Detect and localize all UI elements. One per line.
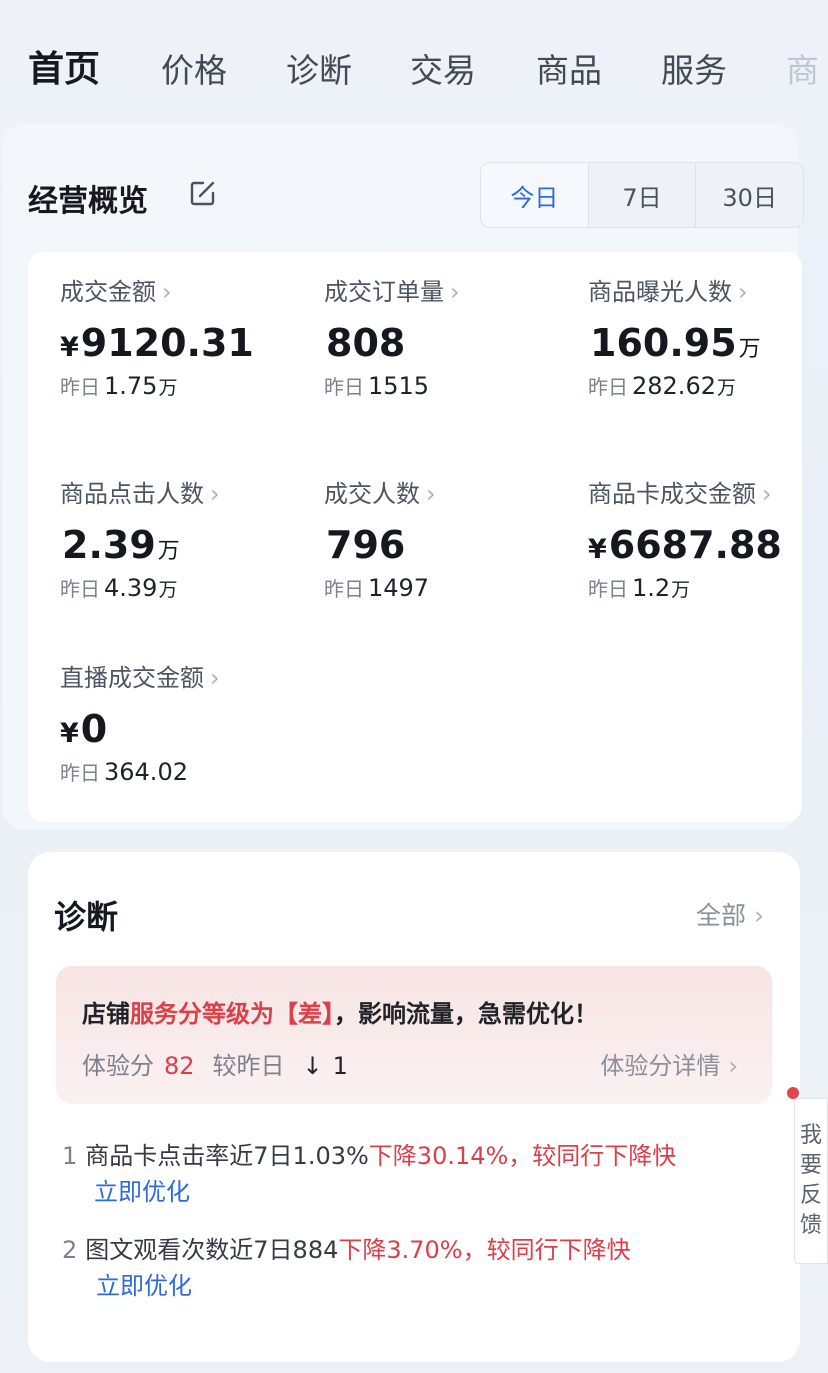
metric-exposure[interactable]: 商品曝光人数 › 160.95万 昨日 282.62万 xyxy=(588,272,828,400)
metric-value: ¥6687.88 xyxy=(588,523,782,567)
tab-price[interactable]: 价格 xyxy=(161,44,227,92)
metric-yesterday: 昨日 1.75万 xyxy=(60,372,178,400)
metric-value: 796 xyxy=(326,523,406,567)
chevron-right-icon: › xyxy=(210,664,220,692)
metric-orders[interactable]: 成交订单量 › 808 昨日 1515 xyxy=(324,272,564,400)
optimize-now-link[interactable]: 立即优化 xyxy=(94,1172,190,1207)
metric-value: ¥0 xyxy=(60,707,108,751)
tab-trade[interactable]: 交易 xyxy=(410,44,476,92)
metric-yesterday: 昨日 364.02 xyxy=(60,758,188,786)
tab-service[interactable]: 服务 xyxy=(661,44,727,92)
metrics-grid: 成交金额 › ¥9120.31 昨日 1.75万 成交订单量 › 808 昨日 1515… xyxy=(28,252,802,822)
experience-score: 82 xyxy=(164,1052,195,1080)
diagnosis-title: 诊断 xyxy=(54,898,119,936)
range-30d-button[interactable]: 30日 xyxy=(695,163,803,227)
metric-value: 160.95万 xyxy=(590,321,761,365)
service-score-alert[interactable]: 店铺服务分等级为【差】，影响流量，急需优化！ 体验分 82 较昨日 ↓ 1 体验分详情 › xyxy=(56,966,772,1104)
edit-icon[interactable] xyxy=(188,178,218,208)
range-today-button[interactable]: 今日 xyxy=(481,163,588,227)
feedback-button[interactable]: 我 要 反 馈 xyxy=(794,1098,828,1264)
chevron-right-icon: › xyxy=(426,480,436,508)
metric-yesterday: 昨日 1497 xyxy=(324,574,430,602)
chevron-right-icon: › xyxy=(162,278,172,306)
top-tab-bar: 首页 价格 诊断 交易 商品 服务 商 xyxy=(0,40,828,110)
metric-yesterday: 昨日 282.62万 xyxy=(588,372,736,400)
chevron-right-icon: › xyxy=(762,480,772,508)
tab-more[interactable]: 商 xyxy=(786,44,819,92)
metric-buyers[interactable]: 成交人数 › 796 昨日 1497 xyxy=(324,474,564,602)
alert-score-row: 体验分 82 较昨日 ↓ 1 xyxy=(82,1052,348,1080)
view-all-link[interactable]: 全部 › xyxy=(696,896,764,932)
date-range-selector: 今日 7日 30日 xyxy=(480,162,804,228)
business-overview-card: 经营概览 今日 7日 30日 成交金额 › ¥9120.31 昨日 1.75万 成交… xyxy=(2,124,804,830)
diagnosis-item: 2 图文观看次数近7日884下降3.70%，较同行下降快 xyxy=(62,1236,631,1264)
metric-label: 商品卡成交金额 › xyxy=(588,480,772,508)
tab-product[interactable]: 商品 xyxy=(536,44,602,92)
metric-yesterday: 昨日 1.2万 xyxy=(588,574,691,602)
optimize-now-link[interactable]: 立即优化 xyxy=(96,1266,192,1301)
metric-gmv[interactable]: 成交金额 › ¥9120.31 昨日 1.75万 xyxy=(60,272,300,400)
metric-live-gmv[interactable]: 直播成交金额 › ¥0 昨日 364.02 xyxy=(60,658,300,786)
overview-title: 经营概览 xyxy=(28,184,148,219)
metric-label: 成交金额 › xyxy=(60,278,172,306)
metric-card-gmv[interactable]: 商品卡成交金额 › ¥6687.88 昨日 1.2万 xyxy=(588,474,828,602)
chevron-right-icon: › xyxy=(210,480,220,508)
diagnosis-item: 1 商品卡点击率近7日1.03%下降30.14%，较同行下降快 xyxy=(62,1142,677,1170)
metric-label: 商品点击人数 › xyxy=(60,480,220,508)
chevron-right-icon: › xyxy=(754,901,764,930)
metric-value: 808 xyxy=(326,321,406,365)
metric-label: 直播成交金额 › xyxy=(60,664,220,692)
metric-yesterday: 昨日 1515 xyxy=(324,372,430,400)
chevron-right-icon: › xyxy=(728,1052,738,1080)
metric-yesterday: 昨日 4.39万 xyxy=(60,574,178,602)
diagnosis-card: 诊断 全部 › 店铺服务分等级为【差】，影响流量，急需优化！ 体验分 82 较昨日 ↓ 1… xyxy=(28,852,800,1362)
chevron-right-icon: › xyxy=(450,278,460,306)
tab-diagnosis[interactable]: 诊断 xyxy=(286,44,352,92)
metric-value: ¥9120.31 xyxy=(60,321,254,365)
tab-home[interactable]: 首页 xyxy=(28,40,100,92)
metric-clicks[interactable]: 商品点击人数 › 2.39万 昨日 4.39万 xyxy=(60,474,300,602)
score-detail-link[interactable]: 体验分详情 › xyxy=(600,1046,738,1081)
range-7d-button[interactable]: 7日 xyxy=(587,163,696,227)
metric-label: 成交订单量 › xyxy=(324,278,460,306)
arrow-down-icon: ↓ xyxy=(302,1052,323,1080)
metric-label: 商品曝光人数 › xyxy=(588,278,748,306)
chevron-right-icon: › xyxy=(738,278,748,306)
alert-message: 店铺服务分等级为【差】，影响流量，急需优化！ xyxy=(82,1000,598,1028)
metric-label: 成交人数 › xyxy=(324,480,436,508)
metric-value: 2.39万 xyxy=(62,523,180,567)
